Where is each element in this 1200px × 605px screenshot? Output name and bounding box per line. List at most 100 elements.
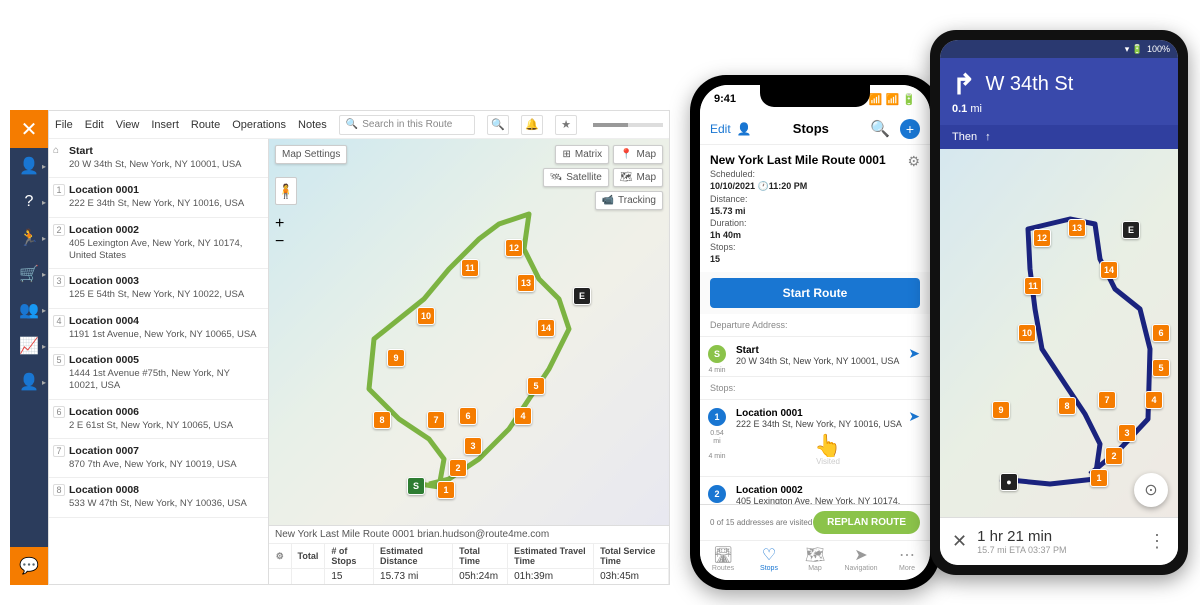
android-marker-3[interactable]: 3	[1118, 424, 1136, 442]
marker-14[interactable]: 14	[537, 319, 555, 337]
marker-3[interactable]: 3	[464, 437, 482, 455]
scrollbar[interactable]	[593, 123, 663, 127]
marker-7[interactable]: 7	[427, 411, 445, 429]
stop-row[interactable]: 8Location 0008533 W 47th St, New York, N…	[49, 478, 268, 517]
replan-button[interactable]: REPLAN ROUTE	[813, 511, 920, 534]
marker-5[interactable]: 5	[527, 377, 545, 395]
marker-9[interactable]: 9	[387, 349, 405, 367]
tracking-button[interactable]: 📹 Tracking	[595, 191, 663, 210]
add-button[interactable]: +	[900, 119, 920, 139]
stop-list[interactable]: ⌂Start20 W 34th St, New York, NY 10001, …	[49, 139, 269, 584]
start-route-button[interactable]: Start Route	[710, 278, 920, 308]
edit-button[interactable]: Edit 👤	[710, 122, 752, 136]
marker-start[interactable]: S	[407, 477, 425, 495]
marker-11[interactable]: 11	[461, 259, 479, 277]
bell-icon[interactable]: 🔔	[521, 115, 543, 135]
gear-icon[interactable]: ⚙	[907, 153, 920, 170]
sidebar-activity[interactable]: 🏃▸	[10, 220, 48, 256]
menu-route[interactable]: Route	[191, 119, 220, 131]
marker-6[interactable]: 6	[459, 407, 477, 425]
menu-notes[interactable]: Notes	[298, 119, 327, 131]
android-marker-1[interactable]: 1	[1090, 469, 1108, 487]
locate-me-button[interactable]: ⊙	[1134, 473, 1168, 507]
android-marker-current[interactable]: ●	[1000, 473, 1018, 491]
menu-view[interactable]: View	[116, 119, 140, 131]
sidebar-chart[interactable]: 📈▸	[10, 328, 48, 364]
android-marker-4[interactable]: 4	[1145, 391, 1163, 409]
android-marker-end[interactable]: E	[1122, 221, 1140, 239]
android-marker-7[interactable]: 7	[1098, 391, 1116, 409]
ios-stop-list[interactable]: Departure Address: S 4 min Start 20 W 34…	[700, 314, 930, 504]
marker-2[interactable]: 2	[449, 459, 467, 477]
ios-stop-start[interactable]: S 4 min Start 20 W 34th St, New York, NY…	[700, 337, 930, 377]
gear-icon[interactable]: ⚙	[269, 544, 291, 569]
navigate-icon[interactable]: ➤	[908, 345, 920, 362]
marker-4[interactable]: 4	[514, 407, 532, 425]
zoom-out-button[interactable]: −	[275, 233, 284, 251]
menu-insert[interactable]: Insert	[151, 119, 179, 131]
map-right-controls: ⊞ Matrix 📍 Map 🛰 Satellite 🗺 Map 📹 Track…	[543, 145, 663, 210]
android-map[interactable]: ● 1 2 3 4 5 6 7 8 9 10 11 12 13 14 E ⊙	[940, 149, 1178, 517]
logo-icon[interactable]: ✕	[10, 110, 48, 148]
android-marker-6[interactable]: 6	[1152, 324, 1170, 342]
stop-row[interactable]: 7Location 0007870 7th Ave, New York, NY …	[49, 439, 268, 478]
ios-tabbar: 🛣Routes ♡Stops 🗺Map ➤Navigation ⋯More	[700, 540, 930, 580]
tab-map[interactable]: 🗺Map	[792, 545, 838, 572]
chat-icon[interactable]: 💬	[10, 547, 48, 585]
tab-nav[interactable]: ➤Navigation	[838, 545, 884, 572]
satellite-button[interactable]: 🛰 Satellite	[543, 168, 609, 187]
map-settings-button[interactable]: Map Settings	[275, 145, 347, 164]
navigate-icon[interactable]: ➤	[908, 408, 920, 425]
sort-icon[interactable]: 👤	[737, 122, 752, 136]
menu-edit[interactable]: Edit	[85, 119, 104, 131]
marker-13[interactable]: 13	[517, 274, 535, 292]
android-marker-5[interactable]: 5	[1152, 359, 1170, 377]
menu-operations[interactable]: Operations	[232, 119, 286, 131]
zoom-in-button[interactable]: +	[275, 215, 284, 233]
close-icon[interactable]: ✕	[952, 531, 967, 552]
android-marker-10[interactable]: 10	[1018, 324, 1036, 342]
matrix-button[interactable]: ⊞ Matrix	[555, 145, 609, 164]
mapview-button[interactable]: 🗺 Map	[613, 168, 663, 187]
stop-row[interactable]: 2Location 0002405 Lexington Ave, New Yor…	[49, 218, 268, 270]
search-input[interactable]: 🔍 Search in this Route	[339, 115, 475, 135]
marker-8[interactable]: 8	[373, 411, 391, 429]
stop-row[interactable]: 4Location 00041191 1st Avenue, New York,…	[49, 309, 268, 348]
marker-end[interactable]: E	[573, 287, 591, 305]
stop-row[interactable]: ⌂Start20 W 34th St, New York, NY 10001, …	[49, 139, 268, 178]
more-icon[interactable]: ⋮	[1148, 531, 1166, 552]
stop-row[interactable]: 6Location 00062 E 61st St, New York, NY …	[49, 400, 268, 439]
sidebar-cart[interactable]: 🛒▸	[10, 256, 48, 292]
android-marker-11[interactable]: 11	[1024, 277, 1042, 295]
tab-routes[interactable]: 🛣Routes	[700, 545, 746, 572]
android-marker-13[interactable]: 13	[1068, 219, 1086, 237]
sidebar-add-user[interactable]: 👤▸	[10, 148, 48, 184]
pegman-icon[interactable]: 🧍	[275, 177, 297, 205]
map[interactable]: Map Settings 🧍 + − ⊞ Matrix 📍 Map 🛰 Sa	[269, 139, 669, 525]
search-button[interactable]: 🔍	[487, 115, 509, 135]
stop-row[interactable]: 5Location 00051444 1st Avenue #75th, New…	[49, 348, 268, 400]
ios-stop-1[interactable]: 1 0.54mi4 min Location 0001 222 E 34th S…	[700, 400, 930, 477]
marker-10[interactable]: 10	[417, 307, 435, 325]
android-marker-12[interactable]: 12	[1033, 229, 1051, 247]
android-marker-9[interactable]: 9	[992, 401, 1010, 419]
ios-stop-2[interactable]: 2 0.65mi6 min Location 0002 405 Lexingto…	[700, 477, 930, 504]
tab-more[interactable]: ⋯More	[884, 545, 930, 572]
sidebar-team[interactable]: 👥▸	[10, 292, 48, 328]
star-icon[interactable]: ★	[555, 115, 577, 135]
notch	[760, 85, 870, 107]
stop-row[interactable]: 1Location 0001222 E 34th St, New York, N…	[49, 178, 268, 217]
android-marker-14[interactable]: 14	[1100, 261, 1118, 279]
marker-12[interactable]: 12	[505, 239, 523, 257]
visited-marker[interactable]: 👆Visited	[736, 435, 920, 466]
tab-stops[interactable]: ♡Stops	[746, 545, 792, 572]
menu-file[interactable]: File	[55, 119, 73, 131]
sidebar-help[interactable]: ?▸	[10, 184, 48, 220]
android-marker-2[interactable]: 2	[1105, 447, 1123, 465]
stop-row[interactable]: 3Location 0003125 E 54th St, New York, N…	[49, 269, 268, 308]
android-marker-8[interactable]: 8	[1058, 397, 1076, 415]
search-icon[interactable]: 🔍	[870, 119, 890, 139]
map-button[interactable]: 📍 Map	[613, 145, 663, 164]
marker-1[interactable]: 1	[437, 481, 455, 499]
sidebar-user-gear[interactable]: 👤▸	[10, 364, 48, 400]
